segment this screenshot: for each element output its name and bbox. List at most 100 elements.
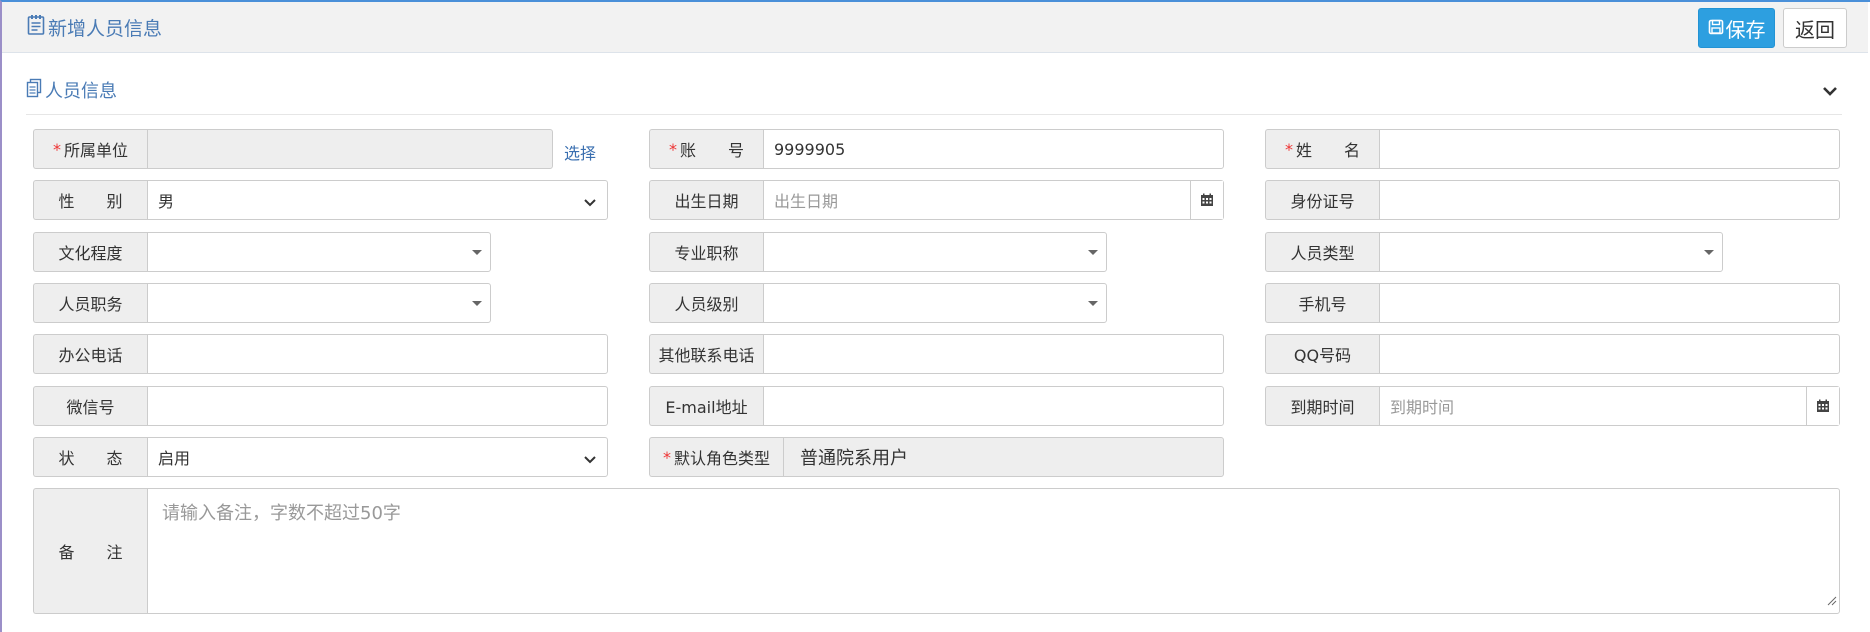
required-mark: * bbox=[1284, 139, 1293, 159]
required-mark: * bbox=[662, 447, 671, 467]
field-education: 文化程度 bbox=[33, 232, 491, 272]
birthdate-label: 出生日期 bbox=[649, 180, 763, 220]
expire-label: 到期时间 bbox=[1265, 386, 1379, 426]
qq-input[interactable] bbox=[1379, 334, 1840, 374]
caret-down-icon bbox=[472, 250, 482, 255]
birthdate-input[interactable]: 出生日期 bbox=[763, 180, 1224, 220]
field-birthdate: 出生日期 出生日期 bbox=[649, 180, 1224, 220]
name-label: * 姓 名 bbox=[1265, 129, 1379, 169]
remark-textarea[interactable]: 请输入备注，字数不超过50字 bbox=[147, 488, 1840, 614]
status-value: 启用 bbox=[158, 449, 191, 468]
education-select[interactable] bbox=[147, 232, 491, 272]
calendar-icon[interactable] bbox=[1190, 181, 1223, 219]
office-phone-label: 办公电话 bbox=[33, 334, 147, 374]
field-expire: 到期时间 到期时间 bbox=[1265, 386, 1840, 426]
save-button-label: 保存 bbox=[1725, 17, 1766, 42]
caret-down-icon bbox=[1088, 301, 1098, 306]
idcard-label: 身份证号 bbox=[1265, 180, 1379, 220]
wechat-input[interactable] bbox=[147, 386, 608, 426]
account-input[interactable]: 9999905 bbox=[763, 129, 1224, 169]
unit-label-text: 所属单位 bbox=[63, 141, 128, 160]
name-input[interactable] bbox=[1379, 129, 1840, 169]
calendar-icon[interactable] bbox=[1806, 387, 1839, 425]
section-title: 人员信息 bbox=[26, 77, 117, 103]
field-office-phone: 办公电话 bbox=[33, 334, 608, 374]
birthdate-placeholder: 出生日期 bbox=[774, 192, 839, 211]
other-phone-input[interactable] bbox=[763, 334, 1224, 374]
mobile-label: 手机号 bbox=[1265, 283, 1379, 323]
remark-placeholder: 请输入备注，字数不超过50字 bbox=[162, 503, 401, 524]
expire-placeholder: 到期时间 bbox=[1390, 398, 1455, 417]
field-wechat: 微信号 bbox=[33, 386, 608, 426]
section-title-text: 人员信息 bbox=[45, 81, 117, 102]
gender-select[interactable]: 男 bbox=[147, 180, 608, 220]
education-label: 文化程度 bbox=[33, 232, 147, 272]
field-remark: 备 注 请输入备注，字数不超过50字 bbox=[33, 488, 1840, 614]
back-button[interactable]: 返回 bbox=[1783, 8, 1847, 48]
field-gender: 性 别 男 bbox=[33, 180, 608, 220]
page-title-text: 新增人员信息 bbox=[48, 18, 163, 40]
section-header: 人员信息 bbox=[26, 75, 1842, 115]
caret-down-icon bbox=[472, 301, 482, 306]
gender-label: 性 别 bbox=[33, 180, 147, 220]
field-idcard: 身份证号 bbox=[1265, 180, 1840, 220]
form-icon bbox=[27, 14, 45, 41]
role-value: 普通院系用户 bbox=[800, 448, 908, 469]
status-label: 状 态 bbox=[33, 437, 147, 477]
field-status: 状 态 启用 bbox=[33, 437, 608, 477]
copy-icon bbox=[26, 78, 42, 103]
office-phone-input[interactable] bbox=[147, 334, 608, 374]
resize-grip-icon[interactable] bbox=[1825, 590, 1837, 611]
remark-label: 备 注 bbox=[33, 488, 147, 614]
duty-label: 人员职务 bbox=[33, 283, 147, 323]
level-select[interactable] bbox=[763, 283, 1107, 323]
field-name: * 姓 名 bbox=[1265, 129, 1840, 169]
field-mobile: 手机号 bbox=[1265, 283, 1840, 323]
status-select[interactable]: 启用 bbox=[147, 437, 608, 477]
duty-select[interactable] bbox=[147, 283, 491, 323]
page-header: 新增人员信息 保存 返回 bbox=[2, 2, 1868, 53]
chevron-down-icon bbox=[583, 193, 597, 212]
expire-input[interactable]: 到期时间 bbox=[1379, 386, 1840, 426]
required-mark: * bbox=[52, 139, 61, 159]
role-input[interactable]: 普通院系用户 bbox=[783, 437, 1224, 477]
caret-down-icon bbox=[1704, 250, 1714, 255]
field-role: * 默认角色类型 普通院系用户 bbox=[649, 437, 1224, 477]
chevron-down-icon[interactable] bbox=[1818, 79, 1842, 103]
field-ptype: 人员类型 bbox=[1265, 232, 1723, 272]
title-label: 专业职称 bbox=[649, 232, 763, 272]
save-button[interactable]: 保存 bbox=[1698, 8, 1775, 48]
field-title: 专业职称 bbox=[649, 232, 1107, 272]
email-label: E-mail地址 bbox=[649, 386, 763, 426]
floppy-icon bbox=[1708, 16, 1724, 40]
role-label: * 默认角色类型 bbox=[649, 437, 783, 477]
field-duty: 人员职务 bbox=[33, 283, 491, 323]
mobile-input[interactable] bbox=[1379, 283, 1840, 323]
account-label: * 账 号 bbox=[649, 129, 763, 169]
idcard-input[interactable] bbox=[1379, 180, 1840, 220]
account-label-text: 账 号 bbox=[679, 141, 744, 160]
field-level: 人员级别 bbox=[649, 283, 1107, 323]
unit-label: * 所属单位 bbox=[33, 129, 147, 169]
unit-input[interactable] bbox=[147, 129, 553, 169]
required-mark: * bbox=[668, 139, 677, 159]
level-label: 人员级别 bbox=[649, 283, 763, 323]
chevron-down-icon bbox=[583, 450, 597, 469]
field-other-phone: 其他联系电话 bbox=[649, 334, 1224, 374]
other-phone-label: 其他联系电话 bbox=[649, 334, 763, 374]
field-unit: * 所属单位 bbox=[33, 129, 553, 169]
page-title: 新增人员信息 bbox=[27, 14, 162, 41]
ptype-select[interactable] bbox=[1379, 232, 1723, 272]
caret-down-icon bbox=[1088, 250, 1098, 255]
wechat-label: 微信号 bbox=[33, 386, 147, 426]
unit-select-link[interactable]: 选择 bbox=[564, 140, 596, 164]
field-account: * 账 号 9999905 bbox=[649, 129, 1224, 169]
field-email: E-mail地址 bbox=[649, 386, 1224, 426]
title-select[interactable] bbox=[763, 232, 1107, 272]
email-input[interactable] bbox=[763, 386, 1224, 426]
account-value: 9999905 bbox=[774, 139, 846, 159]
back-button-label: 返回 bbox=[1795, 17, 1835, 42]
role-label-text: 默认角色类型 bbox=[673, 449, 770, 468]
field-qq: QQ号码 bbox=[1265, 334, 1840, 374]
qq-label: QQ号码 bbox=[1265, 334, 1379, 374]
